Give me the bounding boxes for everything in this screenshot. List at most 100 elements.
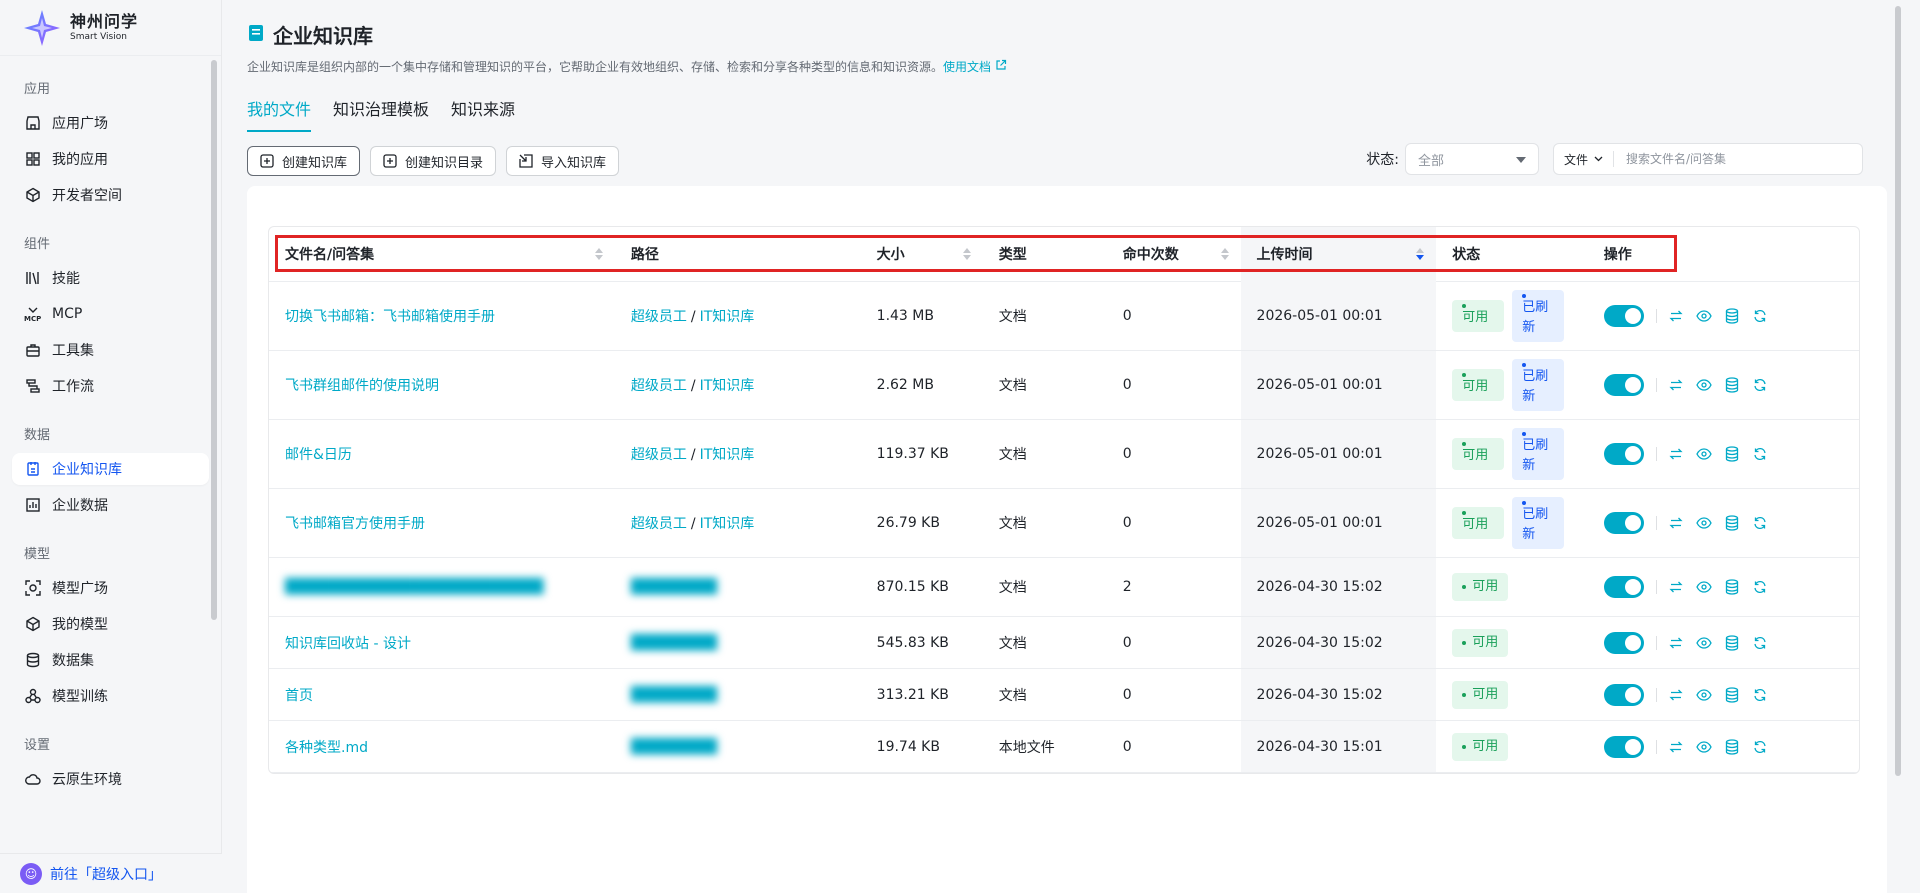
swap-icon[interactable] — [1667, 514, 1685, 532]
tab-governance-templates[interactable]: 知识治理模板 — [333, 96, 429, 132]
enable-toggle[interactable] — [1603, 374, 1644, 396]
sidebar-item-mcp[interactable]: MCP MCP — [12, 298, 209, 330]
enable-toggle[interactable] — [1603, 443, 1644, 465]
hit-count: 0 — [1122, 446, 1132, 462]
sidebar-item-datasets[interactable]: 数据集 — [12, 644, 209, 676]
database-icon[interactable] — [1723, 376, 1741, 394]
database-icon[interactable] — [1723, 307, 1741, 325]
swap-icon[interactable] — [1667, 445, 1685, 463]
sidebar-scrollbar[interactable] — [211, 60, 217, 620]
refresh-icon[interactable] — [1751, 445, 1769, 463]
sidebar-item-workflow[interactable]: 工作流 — [12, 370, 209, 402]
swap-icon[interactable] — [1667, 738, 1685, 756]
path-segment-link[interactable]: IT知识库 — [700, 516, 755, 532]
search-type-select[interactable]: 文件 — [1554, 151, 1615, 167]
database-icon[interactable] — [1723, 578, 1741, 596]
refresh-icon[interactable] — [1751, 578, 1769, 596]
eye-icon[interactable] — [1695, 514, 1713, 532]
swap-icon[interactable] — [1667, 634, 1685, 652]
eye-icon[interactable] — [1695, 738, 1713, 756]
file-name-link[interactable]: 飞书邮箱官方使用手册 — [285, 513, 425, 533]
eye-icon[interactable] — [1695, 445, 1713, 463]
column-header-upload-time[interactable]: 上传时间 — [1240, 227, 1437, 282]
swap-icon[interactable] — [1667, 307, 1685, 325]
path-segment-link[interactable]: IT知识库 — [700, 309, 755, 325]
refresh-icon[interactable] — [1751, 307, 1769, 325]
path-segment-link[interactable]: 超级员工 — [631, 447, 687, 463]
sidebar-item-skills[interactable]: 技能 — [12, 262, 209, 294]
swap-icon[interactable] — [1667, 376, 1685, 394]
enable-toggle[interactable] — [1603, 305, 1644, 327]
file-type: 本地文件 — [998, 739, 1055, 756]
sidebar-item-cloud-env[interactable]: 云原生环境 — [12, 763, 209, 795]
sidebar-item-my-models[interactable]: 我的模型 — [12, 608, 209, 640]
sort-icon[interactable] — [1416, 248, 1425, 260]
file-name-link[interactable]: 飞书群组邮件的使用说明 — [285, 375, 439, 395]
path-segment-link[interactable]: 超级员工 — [631, 309, 687, 325]
database-icon[interactable] — [1723, 686, 1741, 704]
create-knowledge-directory-button[interactable]: 创建知识目录 — [370, 146, 497, 176]
sidebar-item-model-square[interactable]: 模型广场 — [12, 572, 209, 604]
file-name-link[interactable]: 切换飞书邮箱：飞书邮箱使用手册 — [285, 306, 495, 326]
enable-toggle[interactable] — [1603, 631, 1644, 654]
external-link-icon[interactable] — [995, 59, 1007, 74]
eye-icon[interactable] — [1695, 686, 1713, 704]
column-header-name[interactable]: 文件名/问答集 — [269, 227, 615, 282]
status-badge-available: 可用 — [1452, 628, 1509, 657]
sidebar-item-app-square[interactable]: 应用广场 — [12, 107, 209, 139]
path-segment-link[interactable]: 超级员工 — [631, 378, 687, 394]
enable-toggle[interactable] — [1603, 735, 1644, 758]
create-knowledge-base-button[interactable]: 创建知识库 — [247, 146, 361, 176]
eye-icon[interactable] — [1695, 376, 1713, 394]
eye-icon[interactable] — [1695, 578, 1713, 596]
swap-icon[interactable] — [1667, 578, 1685, 596]
file-name-link[interactable]: ████████████████████████ — [285, 579, 543, 595]
logo[interactable]: 神州问学 Smart Vision — [0, 0, 221, 56]
super-entry-link[interactable]: ☺ 前往「超级入口」 — [0, 853, 222, 893]
sidebar-item-knowledge-base[interactable]: 企业知识库 — [12, 453, 209, 485]
sidebar-item-label: 应用广场 — [52, 116, 108, 132]
search-input[interactable] — [1614, 152, 1815, 166]
sidebar: 神州问学 Smart Vision 应用 应用广场 我的应用 开发者空间 组件 … — [0, 0, 222, 893]
enable-toggle[interactable] — [1603, 683, 1644, 706]
database-icon[interactable] — [1723, 445, 1741, 463]
column-header-hits[interactable]: 命中次数 — [1107, 227, 1241, 282]
refresh-icon[interactable] — [1751, 738, 1769, 756]
button-label: 导入知识库 — [541, 155, 607, 171]
sidebar-item-model-training[interactable]: 模型训练 — [12, 680, 209, 712]
database-icon[interactable] — [1723, 738, 1741, 756]
database-icon[interactable] — [1723, 634, 1741, 652]
path-segment-link[interactable]: IT知识库 — [700, 378, 755, 394]
eye-icon[interactable] — [1695, 634, 1713, 652]
tab-my-files[interactable]: 我的文件 — [247, 96, 312, 132]
file-name-link[interactable]: 知识库回收站 - 设计 — [285, 633, 411, 653]
file-name-link[interactable]: 邮件&日历 — [285, 444, 352, 464]
sort-icon[interactable] — [594, 248, 603, 260]
sidebar-item-developer-space[interactable]: 开发者空间 — [12, 179, 209, 211]
sidebar-item-toolset[interactable]: 工具集 — [12, 334, 209, 366]
refresh-icon[interactable] — [1751, 686, 1769, 704]
doc-link[interactable]: 使用文档 — [943, 60, 991, 74]
enable-toggle[interactable] — [1603, 512, 1644, 534]
model-square-icon — [24, 579, 42, 597]
column-header-size[interactable]: 大小 — [861, 227, 983, 282]
file-name-link[interactable]: 各种类型.md — [285, 737, 368, 757]
refresh-icon[interactable] — [1751, 634, 1769, 652]
sidebar-item-enterprise-data[interactable]: 企业数据 — [12, 489, 209, 521]
path-segment-link[interactable]: 超级员工 — [631, 516, 687, 532]
tab-knowledge-sources[interactable]: 知识来源 — [451, 96, 515, 132]
sidebar-item-my-apps[interactable]: 我的应用 — [12, 143, 209, 175]
import-knowledge-base-button[interactable]: 导入知识库 — [506, 146, 620, 176]
sort-icon[interactable] — [1220, 248, 1229, 260]
path-segment-link[interactable]: IT知识库 — [700, 447, 755, 463]
swap-icon[interactable] — [1667, 686, 1685, 704]
database-icon[interactable] — [1723, 514, 1741, 532]
status-select[interactable]: 全部 — [1405, 143, 1539, 175]
refresh-icon[interactable] — [1751, 376, 1769, 394]
file-name-link[interactable]: 首页 — [285, 685, 313, 705]
refresh-icon[interactable] — [1751, 514, 1769, 532]
eye-icon[interactable] — [1695, 307, 1713, 325]
enable-toggle[interactable] — [1603, 576, 1644, 598]
main-scrollbar[interactable] — [1895, 6, 1901, 776]
sort-icon[interactable] — [962, 248, 971, 260]
